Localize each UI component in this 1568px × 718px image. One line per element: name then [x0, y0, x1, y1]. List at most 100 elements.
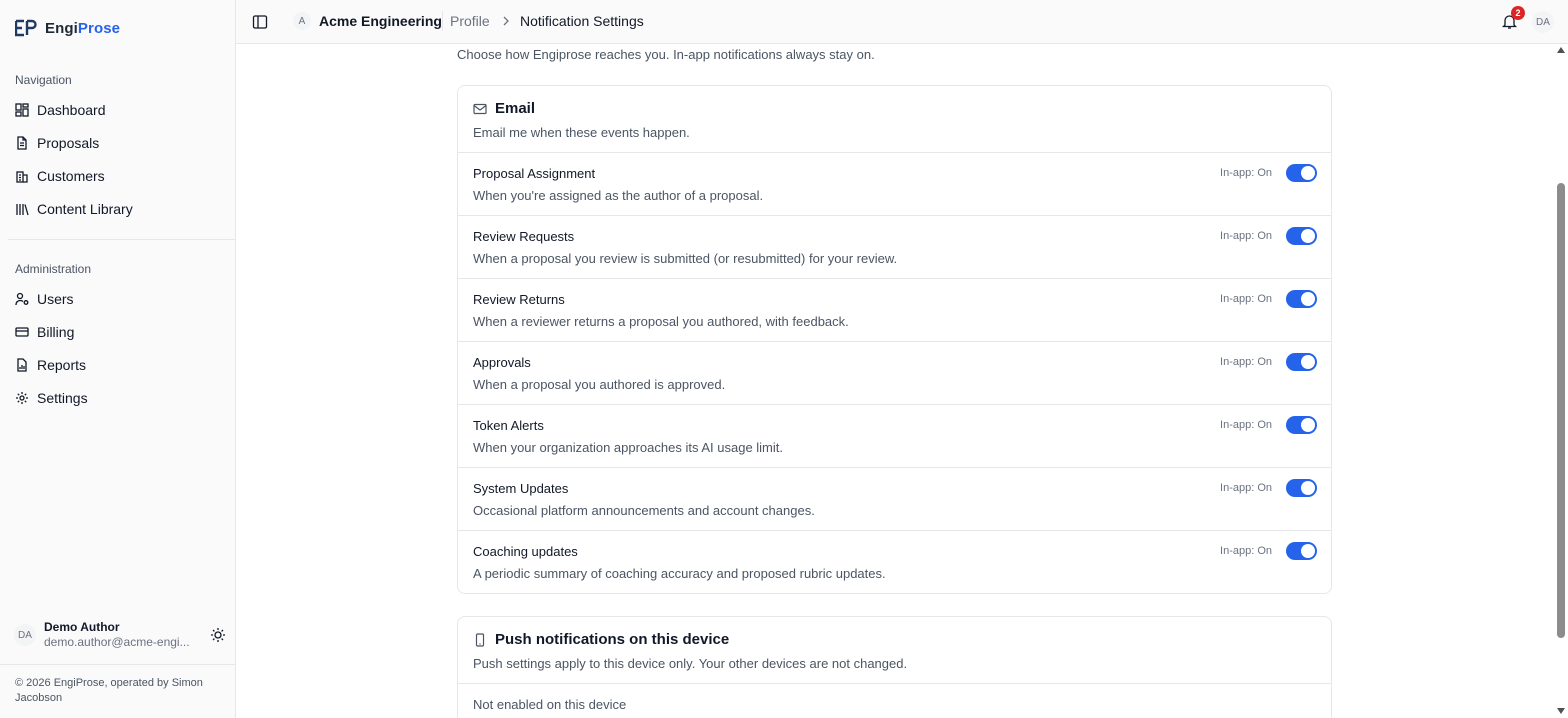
credit-card-icon — [15, 326, 29, 337]
avatar: DA — [14, 624, 36, 646]
sidebar-item-billing[interactable]: Billing — [8, 315, 228, 348]
setting-title: Approvals — [473, 355, 531, 370]
toggle-knob — [1301, 544, 1315, 558]
setting-row-proposal-assignment: Proposal Assignment When you're assigned… — [458, 153, 1331, 216]
brand-name: EngiProse — [45, 19, 121, 37]
sidebar-item-users[interactable]: Users — [8, 282, 228, 315]
toggle-knob — [1301, 229, 1315, 243]
report-icon — [17, 357, 27, 372]
footer-divider — [0, 664, 236, 665]
sun-icon[interactable] — [210, 627, 226, 643]
setting-title: Coaching updates — [473, 544, 578, 559]
setting-title: Review Returns — [473, 292, 565, 307]
sidebar-item-customers[interactable]: Customers — [8, 159, 228, 192]
setting-row-token-alerts: Token Alerts When your organization appr… — [458, 405, 1331, 468]
email-toggle[interactable] — [1286, 290, 1317, 308]
inapp-status: In-app: On — [1220, 545, 1272, 557]
setting-description: Occasional platform announcements and ac… — [473, 503, 815, 518]
navigation-section-label: Navigation — [15, 73, 72, 87]
email-toggle[interactable] — [1286, 227, 1317, 245]
page-intro: Choose how Engiprose reaches you. In-app… — [457, 47, 875, 62]
sidebar-item-label: Proposals — [37, 134, 100, 151]
toggle-knob — [1301, 418, 1315, 432]
email-toggle[interactable] — [1286, 542, 1317, 560]
toggle-knob — [1301, 481, 1315, 495]
org-avatar[interactable]: A — [293, 12, 311, 30]
avatar[interactable]: DA — [1532, 11, 1554, 33]
mail-icon — [473, 103, 487, 114]
setting-description: When you're assigned as the author of a … — [473, 188, 764, 203]
card-description: Email me when these events happen. — [473, 125, 690, 140]
email-toggle[interactable] — [1286, 353, 1317, 371]
setting-description: A periodic summary of coaching accuracy … — [473, 566, 886, 581]
setting-row-review-requests: Review Requests When a proposal you revi… — [458, 216, 1331, 279]
setting-title: System Updates — [473, 481, 569, 496]
card-title: Email — [495, 100, 536, 117]
engiprose-logo-icon — [15, 19, 37, 37]
sidebar-toggle-icon[interactable] — [252, 14, 268, 30]
notification-count-badge: 2 — [1511, 6, 1525, 20]
user-name: Demo Author — [44, 620, 120, 634]
sidebar-item-label: Billing — [37, 323, 75, 340]
setting-title: Review Requests — [473, 229, 575, 244]
toggle-knob — [1301, 355, 1315, 369]
email-toggle[interactable] — [1286, 416, 1317, 434]
inapp-status: In-app: On — [1220, 293, 1272, 305]
navigation-list: Dashboard Proposals Customers Content Li… — [8, 93, 228, 225]
sidebar-divider — [8, 239, 236, 240]
administration-section-label: Administration — [15, 262, 92, 276]
setting-description: When a reviewer returns a proposal you a… — [473, 314, 849, 329]
scroll-down-arrow-icon[interactable] — [1557, 708, 1565, 714]
scroll-up-arrow-icon[interactable] — [1557, 47, 1565, 53]
setting-description: When your organization approaches its AI… — [473, 440, 784, 455]
inapp-status: In-app: On — [1220, 356, 1272, 368]
push-status-text: Not enabled on this device — [473, 697, 627, 712]
brand-logo[interactable]: EngiProse — [15, 19, 120, 37]
administration-list: Users Billing Reports Settings — [8, 282, 228, 414]
sidebar-item-content-library[interactable]: Content Library — [8, 192, 228, 225]
sidebar-item-label: Content Library — [37, 200, 133, 217]
card-description: Push settings apply to this device only.… — [473, 656, 908, 671]
building-icon — [16, 170, 28, 183]
org-name[interactable]: Acme Engineering — [319, 13, 442, 29]
setting-description: When a proposal you review is submitted … — [473, 251, 898, 266]
sidebar-item-settings[interactable]: Settings — [8, 381, 228, 414]
breadcrumb-current: Notification Settings — [520, 13, 644, 29]
sidebar-item-dashboard[interactable]: Dashboard — [8, 93, 228, 126]
user-menu[interactable]: DA Demo Author demo.author@acme-engi... — [8, 618, 228, 652]
gear-icon — [16, 391, 28, 404]
sidebar-item-proposals[interactable]: Proposals — [8, 126, 228, 159]
setting-row-coaching-updates: Coaching updates A periodic summary of c… — [458, 531, 1331, 594]
breadcrumb-profile[interactable]: Profile — [450, 13, 490, 29]
email-toggle[interactable] — [1286, 164, 1317, 182]
push-settings-card: Push notifications on this device Push s… — [457, 616, 1332, 718]
toggle-knob — [1301, 292, 1315, 306]
setting-row-approvals: Approvals When a proposal you authored i… — [458, 342, 1331, 405]
main-content: Choose how Engiprose reaches you. In-app… — [236, 44, 1554, 718]
document-icon — [17, 135, 27, 150]
inapp-status: In-app: On — [1220, 419, 1272, 431]
user-cog-icon — [15, 292, 29, 305]
sidebar: EngiProse Navigation Dashboard Proposals… — [0, 0, 236, 718]
scrollbar-thumb[interactable] — [1557, 183, 1565, 638]
setting-row-system-updates: System Updates Occasional platform annou… — [458, 468, 1331, 531]
setting-title: Proposal Assignment — [473, 166, 596, 181]
breadcrumb-separator — [442, 11, 443, 31]
inapp-status: In-app: On — [1220, 167, 1272, 179]
email-settings-card: Email Email me when these events happen.… — [457, 85, 1332, 594]
sidebar-item-reports[interactable]: Reports — [8, 348, 228, 381]
dashboard-icon — [15, 102, 29, 117]
email-toggle[interactable] — [1286, 479, 1317, 497]
scrollbar[interactable] — [1554, 44, 1568, 718]
library-icon — [16, 203, 29, 215]
sidebar-item-label: Reports — [37, 356, 87, 373]
toggle-knob — [1301, 166, 1315, 180]
sidebar-item-label: Dashboard — [37, 101, 106, 118]
copyright-text: © 2026 EngiProse, operated by Simon Jaco… — [15, 677, 203, 704]
setting-title: Token Alerts — [473, 418, 544, 433]
card-title: Push notifications on this device — [495, 631, 730, 648]
card-header: Push notifications on this device Push s… — [458, 617, 1331, 684]
card-header: Email Email me when these events happen. — [458, 86, 1331, 153]
chevron-right-icon — [503, 16, 509, 26]
setting-description: When a proposal you authored is approved… — [473, 377, 726, 392]
